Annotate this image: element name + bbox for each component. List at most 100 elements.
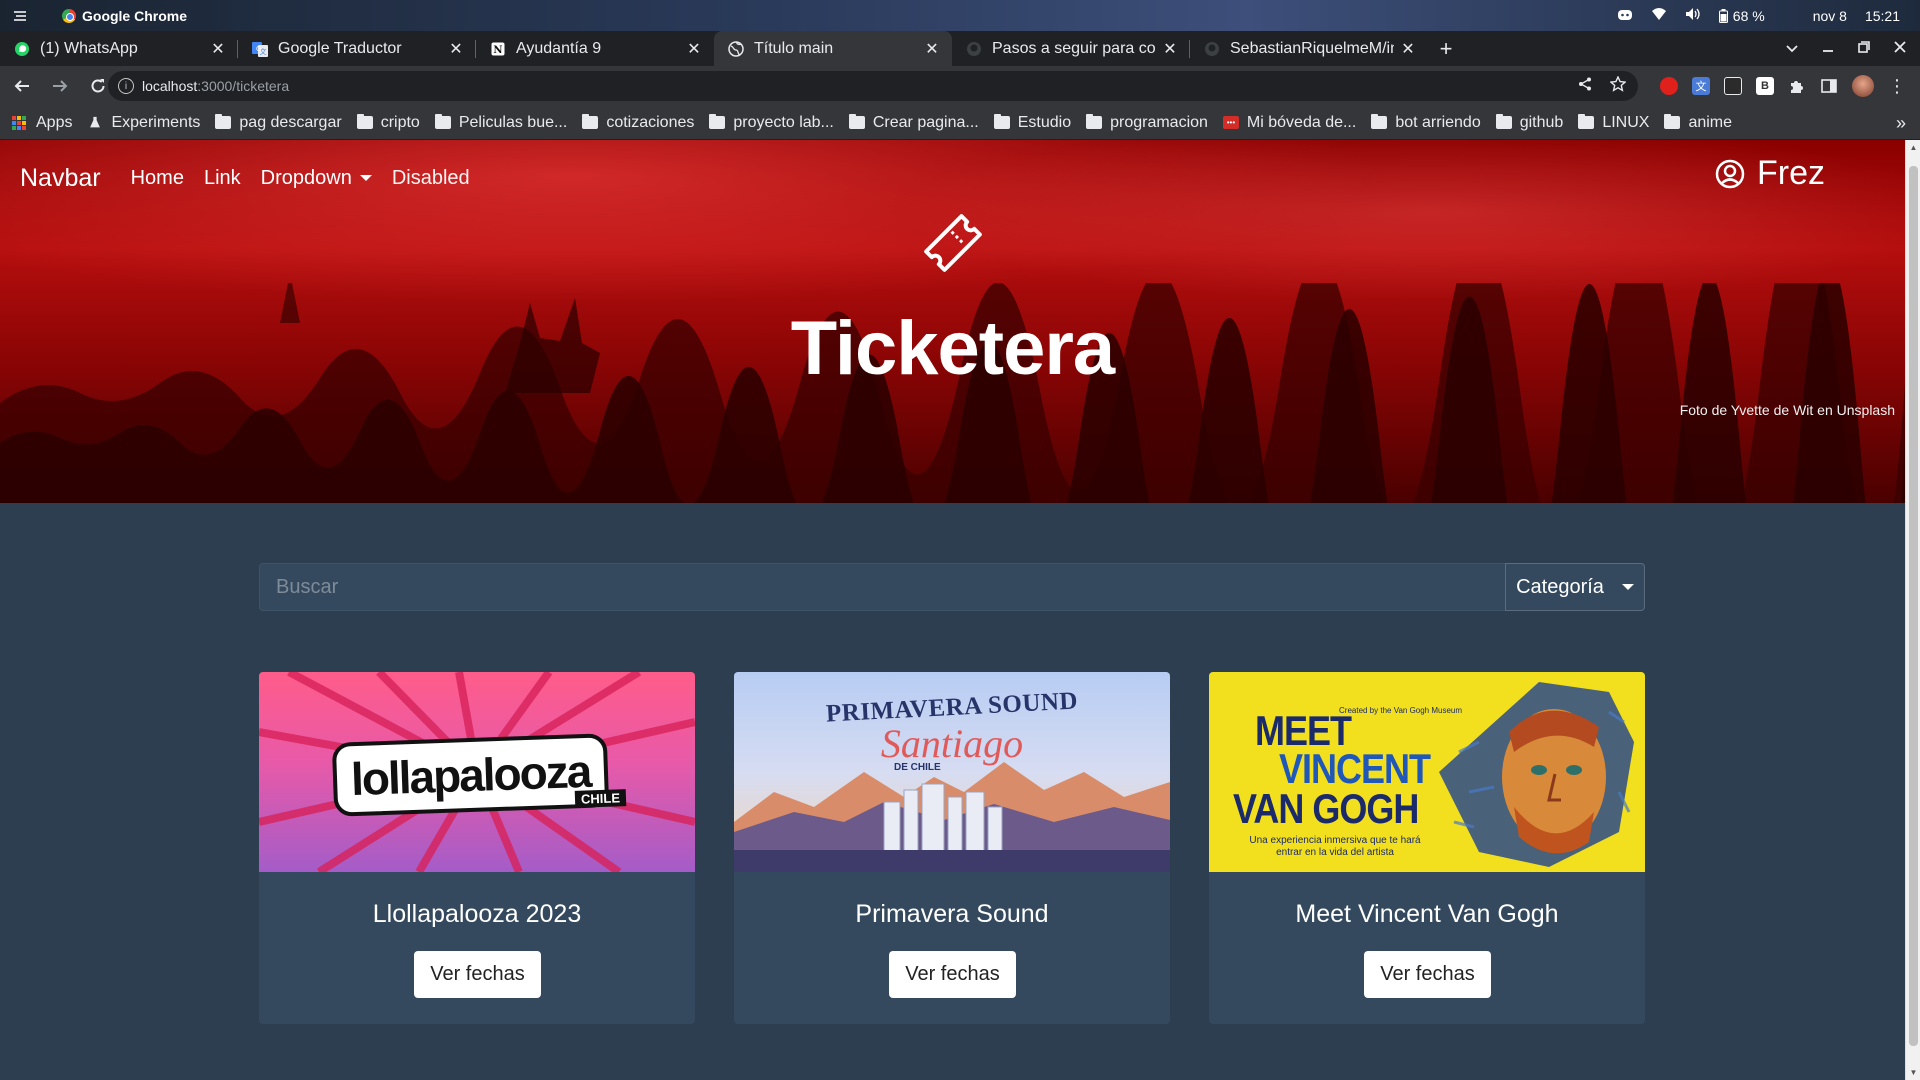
bookmark-label: cotizaciones bbox=[606, 113, 695, 131]
bookmark-star-icon[interactable] bbox=[1609, 74, 1627, 97]
bookmark-folder[interactable]: Crear pagina... bbox=[848, 114, 979, 132]
tab-title: Título main bbox=[754, 39, 834, 57]
bookmark-folder[interactable]: anime bbox=[1664, 114, 1732, 132]
nav-link-home[interactable]: Home bbox=[131, 167, 184, 190]
bookmark-folder[interactable]: programacion bbox=[1086, 114, 1208, 132]
folder-icon bbox=[1578, 114, 1595, 129]
folder-icon bbox=[215, 114, 232, 129]
bookmark-lastpass[interactable]: ••• Mi bóveda de... bbox=[1222, 114, 1356, 132]
forward-icon[interactable] bbox=[44, 70, 76, 102]
battery-indicator[interactable]: 68 % bbox=[1718, 7, 1765, 24]
flask-icon bbox=[90, 116, 101, 128]
close-icon[interactable]: ✕ bbox=[448, 39, 464, 59]
close-window-icon[interactable] bbox=[1894, 40, 1906, 57]
tab-search-icon[interactable] bbox=[1786, 40, 1798, 57]
caret-down-icon bbox=[359, 175, 372, 181]
bookmark-folder[interactable]: cripto bbox=[356, 114, 420, 132]
bookmark-folder[interactable]: proyecto lab... bbox=[709, 114, 834, 132]
bookmarks-overflow-icon[interactable]: » bbox=[1896, 106, 1906, 140]
bookmark-folder[interactable]: pag descargar bbox=[215, 114, 342, 132]
bookmark-folder[interactable]: Peliculas bue... bbox=[434, 114, 567, 132]
discord-icon[interactable] bbox=[1617, 8, 1633, 24]
photo-credit[interactable]: Foto de Yvette de Wit en Unsplash bbox=[1680, 402, 1895, 418]
folder-icon bbox=[434, 114, 451, 129]
bookmark-folder[interactable]: bot arriendo bbox=[1371, 114, 1481, 132]
tab-titulo-main[interactable]: Título main ✕ bbox=[714, 31, 952, 66]
tab-ayudantia[interactable]: N Ayudantía 9 ✕ bbox=[476, 31, 714, 66]
tab-github-repo[interactable]: SebastianRiquelmeM/in ✕ bbox=[1190, 31, 1428, 66]
address-bar[interactable]: i localhost:3000/ticketera bbox=[108, 71, 1638, 101]
nav-link-disabled: Disabled bbox=[391, 166, 470, 189]
lollapalooza-logo: lollapalooza bbox=[331, 733, 610, 817]
navbar-brand[interactable]: Navbar bbox=[20, 164, 101, 193]
minimize-icon[interactable] bbox=[1822, 40, 1834, 57]
system-tray[interactable]: 68 % nov 8 15:21 bbox=[1617, 0, 1920, 31]
folder-icon bbox=[709, 114, 726, 129]
url-path: :3000/ticketera bbox=[197, 78, 290, 94]
wifi-icon[interactable] bbox=[1651, 7, 1667, 24]
restore-icon[interactable] bbox=[1858, 40, 1870, 57]
extension-red-icon[interactable] bbox=[1660, 77, 1678, 95]
bookmark-label: anime bbox=[1688, 113, 1733, 131]
tab-google-translate[interactable]: 文G Google Traductor ✕ bbox=[238, 31, 476, 66]
user-name: Frez bbox=[1757, 154, 1825, 192]
clock-date[interactable]: nov 8 bbox=[1813, 8, 1847, 24]
nav-link-link[interactable]: Link bbox=[204, 167, 241, 190]
folder-icon bbox=[1086, 114, 1103, 129]
scrollbar-thumb[interactable] bbox=[1909, 166, 1918, 1046]
os-top-bar: Google Chrome 68 % nov 8 15:21 bbox=[0, 0, 1920, 31]
category-dropdown-button[interactable]: Categoría bbox=[1505, 563, 1645, 611]
tab-pasos-a-seguir[interactable]: Pasos a seguir para co ✕ bbox=[952, 31, 1190, 66]
close-icon[interactable]: ✕ bbox=[210, 39, 226, 59]
tab-whatsapp[interactable]: (1) WhatsApp ✕ bbox=[0, 31, 238, 66]
battery-percent: 68 % bbox=[1732, 7, 1765, 24]
folder-icon bbox=[582, 114, 599, 129]
close-icon[interactable]: ✕ bbox=[924, 39, 940, 59]
close-icon[interactable]: ✕ bbox=[1162, 39, 1178, 59]
browser-toolbar: i localhost:3000/ticketera 文 B ⋮ bbox=[0, 66, 1920, 106]
page-scrollbar[interactable]: ▲ ▼ bbox=[1905, 140, 1920, 1080]
search-input[interactable] bbox=[259, 563, 1505, 611]
ver-fechas-button[interactable]: Ver fechas bbox=[889, 951, 1016, 998]
translate-icon: 文G bbox=[252, 41, 268, 57]
scroll-down-arrow-icon[interactable]: ▼ bbox=[1906, 1065, 1920, 1080]
nav-dropdown[interactable]: Dropdown bbox=[261, 167, 372, 190]
clock-time[interactable]: 15:21 bbox=[1865, 8, 1900, 24]
bookmark-label: Apps bbox=[36, 113, 73, 131]
bookmark-apps[interactable]: Apps bbox=[12, 114, 72, 132]
bookmark-folder[interactable]: cotizaciones bbox=[582, 114, 694, 132]
extension-screen-icon[interactable] bbox=[1724, 77, 1742, 95]
close-icon[interactable]: ✕ bbox=[1400, 39, 1416, 59]
bookmark-folder[interactable]: github bbox=[1495, 114, 1563, 132]
folder-icon bbox=[848, 114, 865, 129]
site-info-icon[interactable]: i bbox=[118, 78, 134, 94]
event-card: PRIMAVERA SOUND Santiago DE CHILE Primav… bbox=[734, 672, 1170, 1024]
ver-fechas-button[interactable]: Ver fechas bbox=[1364, 951, 1491, 998]
extension-translate-icon[interactable]: 文 bbox=[1692, 77, 1710, 95]
event-image-lollapalooza: lollapalooza CHILE bbox=[259, 672, 695, 872]
more-menu-icon[interactable]: ⋮ bbox=[1888, 76, 1906, 96]
extension-b-icon[interactable]: B bbox=[1756, 77, 1774, 95]
new-tab-button[interactable]: + bbox=[1428, 31, 1464, 66]
close-icon[interactable]: ✕ bbox=[686, 39, 702, 59]
activities-icon[interactable] bbox=[0, 10, 40, 22]
scroll-up-arrow-icon[interactable]: ▲ bbox=[1906, 140, 1920, 155]
back-icon[interactable] bbox=[6, 70, 38, 102]
extensions-puzzle-icon[interactable] bbox=[1788, 77, 1806, 95]
event-card: lollapalooza CHILE Llollapalooza 2023 Ve… bbox=[259, 672, 695, 1024]
bookmark-folder[interactable]: LINUX bbox=[1578, 114, 1649, 132]
volume-icon[interactable] bbox=[1685, 7, 1701, 24]
profile-avatar[interactable] bbox=[1852, 75, 1874, 97]
active-app-indicator[interactable]: Google Chrome bbox=[62, 8, 187, 24]
extensions-area: 文 B ⋮ bbox=[1660, 66, 1906, 106]
active-app-name: Google Chrome bbox=[82, 7, 188, 24]
side-panel-icon[interactable] bbox=[1820, 77, 1838, 95]
event-title: Primavera Sound bbox=[855, 900, 1049, 928]
share-icon[interactable] bbox=[1578, 77, 1592, 96]
bookmark-experiments[interactable]: Experiments bbox=[87, 114, 200, 132]
globe-icon bbox=[728, 40, 744, 57]
ver-fechas-button[interactable]: Ver fechas bbox=[414, 951, 541, 998]
user-menu[interactable]: Frez bbox=[1715, 154, 1825, 193]
user-circle-icon bbox=[1715, 159, 1745, 188]
bookmark-folder[interactable]: Estudio bbox=[993, 114, 1071, 132]
